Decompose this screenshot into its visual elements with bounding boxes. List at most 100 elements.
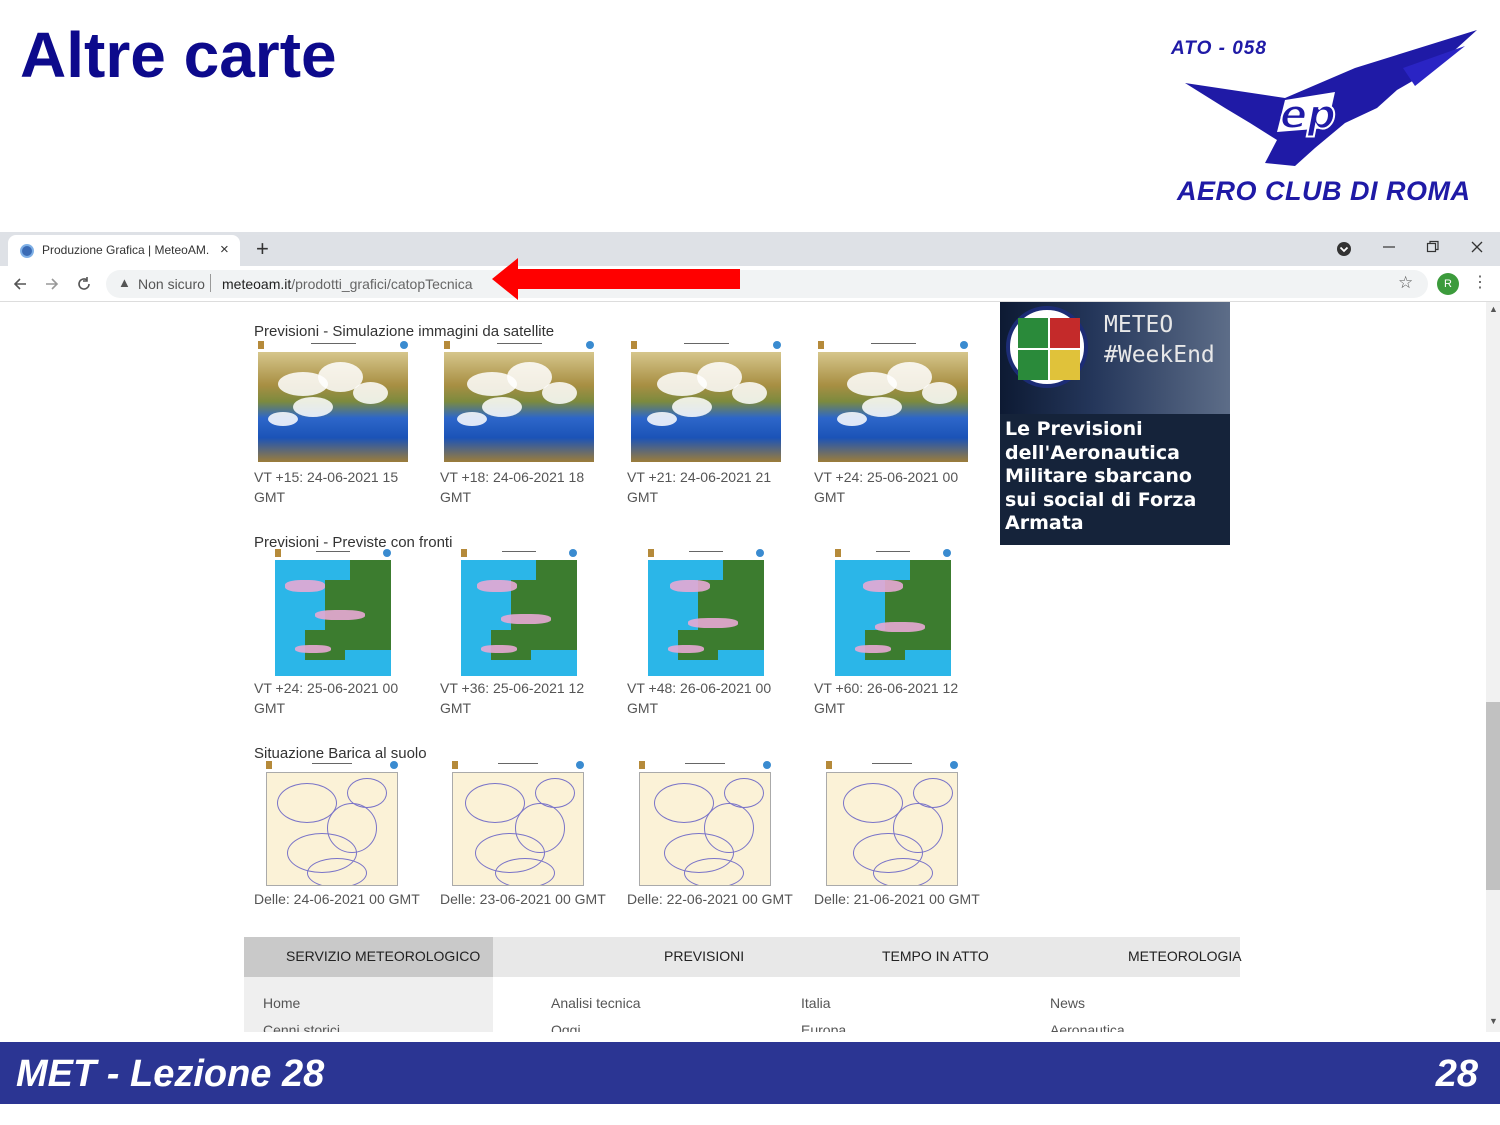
chart-caption[interactable]: VT +48: 26-06-2021 00 xyxy=(627,678,771,698)
nav-bar: ▲ Non sicuro meteoam.it/prodotti_grafici… xyxy=(0,266,1500,302)
browser-tab[interactable]: Produzione Grafica | MeteoAM.it × xyxy=(8,235,240,266)
chart-caption[interactable]: VT +36: 25-06-2021 12 xyxy=(440,678,584,698)
fronts-map-thumbnail[interactable] xyxy=(835,560,951,676)
chart-header xyxy=(835,549,951,557)
footer-nav-tempo[interactable]: TEMPO IN ATTO xyxy=(882,948,989,964)
meteo-weekend-banner[interactable]: METEO #WeekEnd Le Previsioni dell'Aerona… xyxy=(1000,302,1230,545)
slide: Altre carte ep ATO - 058 AERO CLUB DI RO… xyxy=(0,0,1500,1125)
section-title-satellite: Previsioni - Simulazione immagini da sat… xyxy=(254,323,555,340)
url-text[interactable]: meteoam.it/prodotti_grafici/catopTecnica xyxy=(222,276,473,292)
chart-header xyxy=(631,341,781,349)
chart-header xyxy=(444,341,594,349)
warning-triangle-icon[interactable]: ▲ xyxy=(118,275,131,290)
chart-caption-unit[interactable]: GMT xyxy=(440,698,471,718)
chart-header xyxy=(275,549,391,557)
chart-caption[interactable]: VT +24: 25-06-2021 00 xyxy=(814,467,958,487)
red-pointer-arrow-icon xyxy=(492,258,740,300)
scroll-up-icon[interactable]: ▲ xyxy=(1489,304,1498,314)
chart-header xyxy=(461,549,577,557)
svg-text:ep: ep xyxy=(1280,92,1336,138)
logo-club-name: AERO CLUB DI ROMA xyxy=(1177,176,1471,206)
back-arrow-icon[interactable] xyxy=(12,276,28,292)
chart-caption[interactable]: Delle: 23-06-2021 00 GMT xyxy=(440,889,606,909)
chart-caption-unit[interactable]: GMT xyxy=(254,487,285,507)
chart-caption-unit[interactable]: GMT xyxy=(254,698,285,718)
chart-caption[interactable]: VT +18: 24-06-2021 18 xyxy=(440,467,584,487)
slide-title: Altre carte xyxy=(20,19,337,91)
banner-image: METEO #WeekEnd xyxy=(1000,302,1230,414)
chart-caption[interactable]: Delle: 21-06-2021 00 GMT xyxy=(814,889,980,909)
chart-caption[interactable]: Delle: 22-06-2021 00 GMT xyxy=(627,889,793,909)
restore-icon[interactable] xyxy=(1426,240,1440,254)
footer-nav-servizio[interactable]: SERVIZIO METEOROLOGICO xyxy=(286,948,480,964)
address-bar[interactable]: ▲ Non sicuro meteoam.it/prodotti_grafici… xyxy=(106,270,1428,298)
chart-caption[interactable]: VT +24: 25-06-2021 00 xyxy=(254,678,398,698)
slide-footer-bar: MET - Lezione 28 28 xyxy=(0,1042,1500,1104)
footer-link-europa[interactable]: Europa xyxy=(801,1022,846,1032)
scrollbar-thumb[interactable] xyxy=(1486,702,1500,890)
page-number: 28 xyxy=(1435,1053,1478,1095)
pressure-map-thumbnail[interactable] xyxy=(266,772,398,886)
footer-link-cenni[interactable]: Cenni storici xyxy=(263,1022,340,1032)
satellite-map-thumbnail[interactable] xyxy=(631,352,781,462)
chart-header xyxy=(452,761,584,769)
chart-header xyxy=(818,341,968,349)
chart-caption-unit[interactable]: GMT xyxy=(440,487,471,507)
forward-arrow-icon[interactable] xyxy=(44,276,60,292)
reload-icon[interactable] xyxy=(76,276,92,292)
security-label[interactable]: Non sicuro xyxy=(138,276,205,292)
vertical-scrollbar[interactable]: ▲ ▼ xyxy=(1486,302,1500,1032)
address-separator xyxy=(210,274,211,292)
banner-brand-line2: #WeekEnd xyxy=(1104,342,1215,368)
chart-caption-unit[interactable]: GMT xyxy=(627,698,658,718)
banner-text[interactable]: Le Previsioni dell'Aeronautica Militare … xyxy=(1005,418,1225,536)
chart-caption[interactable]: VT +21: 24-06-2021 21 xyxy=(627,467,771,487)
chart-caption[interactable]: VT +60: 26-06-2021 12 xyxy=(814,678,958,698)
footer-link-aeronautica[interactable]: Aeronautica xyxy=(1050,1022,1125,1032)
banner-brand-line1: METEO xyxy=(1104,312,1174,338)
footer-link-oggi[interactable]: Oggi xyxy=(551,1022,581,1032)
chart-caption-unit[interactable]: GMT xyxy=(814,698,845,718)
logo-code: ATO - 058 xyxy=(1171,38,1267,59)
browser-menu-icon[interactable]: ⋮ xyxy=(1472,272,1488,292)
url-domain: meteoam.it xyxy=(222,276,292,292)
url-path: /prodotti_grafici/catopTecnica xyxy=(291,276,473,292)
satellite-map-thumbnail[interactable] xyxy=(258,352,408,462)
footer-link-analisi[interactable]: Analisi tecnica xyxy=(551,995,641,1011)
chart-caption-unit[interactable]: GMT xyxy=(627,487,658,507)
chart-caption-unit[interactable]: GMT xyxy=(814,487,845,507)
footer-link-home[interactable]: Home xyxy=(263,995,300,1011)
chart-header xyxy=(266,761,398,769)
lesson-label: MET - Lezione 28 xyxy=(16,1053,325,1095)
new-tab-button[interactable]: + xyxy=(256,236,269,262)
meteoam-favicon-icon xyxy=(20,244,34,258)
scroll-down-icon[interactable]: ▼ xyxy=(1489,1016,1498,1026)
pressure-map-thumbnail[interactable] xyxy=(826,772,958,886)
aeronautica-crest-icon xyxy=(1006,306,1088,388)
fronts-map-thumbnail[interactable] xyxy=(461,560,577,676)
satellite-map-thumbnail[interactable] xyxy=(818,352,968,462)
pressure-map-thumbnail[interactable] xyxy=(452,772,584,886)
chart-header xyxy=(826,761,958,769)
bookmark-star-icon[interactable]: ☆ xyxy=(1398,273,1413,293)
chart-header xyxy=(258,341,408,349)
footer-nav-meteorologia[interactable]: METEOROLOGIA xyxy=(1128,948,1242,964)
chart-caption[interactable]: Delle: 24-06-2021 00 GMT xyxy=(254,889,420,909)
section-title-baric: Situazione Barica al suolo xyxy=(254,745,427,762)
profile-avatar[interactable]: R xyxy=(1437,273,1459,295)
minimize-icon[interactable] xyxy=(1382,240,1396,254)
aero-club-logo: ep ATO - 058 AERO CLUB DI ROMA xyxy=(1165,28,1485,210)
fronts-map-thumbnail[interactable] xyxy=(648,560,764,676)
page-content: Previsioni - Simulazione immagini da sat… xyxy=(0,302,1486,1032)
satellite-map-thumbnail[interactable] xyxy=(444,352,594,462)
tab-close-icon[interactable]: × xyxy=(220,241,229,258)
chart-caption[interactable]: VT +15: 24-06-2021 15 xyxy=(254,467,398,487)
pressure-map-thumbnail[interactable] xyxy=(639,772,771,886)
footer-link-italia[interactable]: Italia xyxy=(801,995,831,1011)
fronts-map-thumbnail[interactable] xyxy=(275,560,391,676)
footer-nav-previsioni[interactable]: PREVISIONI xyxy=(664,948,744,964)
footer-link-news[interactable]: News xyxy=(1050,995,1085,1011)
close-window-icon[interactable] xyxy=(1470,240,1484,254)
profile-dropdown-icon[interactable] xyxy=(1336,241,1352,257)
browser-window: Produzione Grafica | MeteoAM.it × + ▲ No… xyxy=(0,232,1500,1032)
